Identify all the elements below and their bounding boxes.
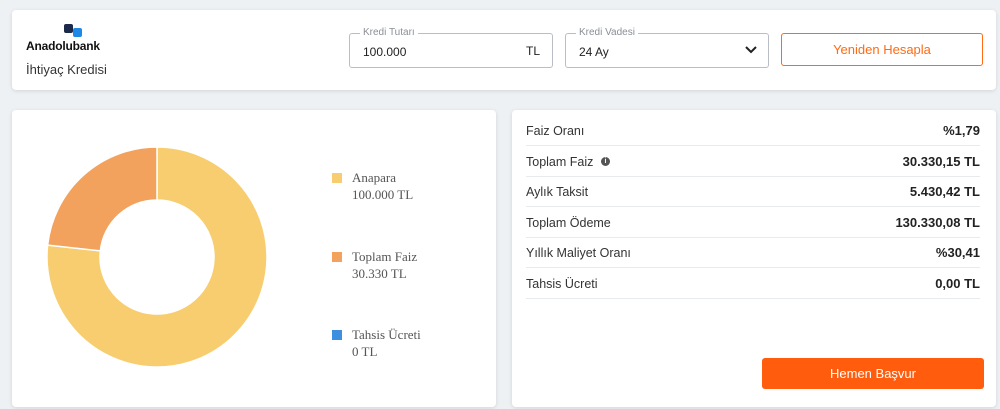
result-value: 5.430,42 TL: [909, 184, 980, 199]
result-value: %1,79: [943, 123, 980, 138]
legend-swatch: [332, 330, 342, 340]
legend-label: Anapara: [352, 170, 397, 185]
currency-unit: TL: [525, 44, 540, 58]
result-row: Toplam Faiz i 30.330,15 TL: [526, 146, 980, 177]
results-card: Faiz Oranı %1,79 Toplam Faiz i 30.330,15 TL A…: [512, 110, 996, 407]
legend-label: Tahsis Ücreti: [352, 327, 421, 342]
result-label: Toplam Faiz: [526, 154, 594, 169]
legend-value: 100.000 TL: [352, 187, 414, 202]
loan-term-select[interactable]: Kredi Vadesi 24 Ay: [565, 27, 769, 68]
product-title: İhtiyaç Kredisi: [26, 62, 107, 77]
result-row: Toplam Ödeme 130.330,08 TL: [526, 207, 980, 238]
legend-value: 30.330 TL: [352, 266, 407, 281]
result-label: Tahsis Ücreti: [526, 276, 598, 291]
result-label: Aylık Taksit: [526, 185, 589, 199]
anadolubank-logo-icon: [64, 24, 86, 38]
calculator-header: Anadolubank İhtiyaç Kredisi Kredi Tutarı…: [12, 10, 996, 90]
result-label: Yıllık Maliyet Oranı: [526, 246, 631, 260]
legend-label: Toplam Faiz: [352, 249, 418, 264]
result-value: 130.330,08 TL: [895, 214, 980, 230]
loan-amount-label: Kredi Tutarı: [360, 27, 418, 39]
loan-amount-input[interactable]: Kredi Tutarı 100.000 TL: [349, 27, 553, 68]
recalculate-button[interactable]: Yeniden Hesapla: [781, 33, 983, 66]
result-row: Tahsis Ücreti 0,00 TL: [526, 268, 980, 299]
brand-name: Anadolubank: [26, 39, 100, 53]
breakdown-chart-card: Anapara 100.000 TL Toplam Faiz 30.330 TL Tah…: [12, 110, 496, 407]
result-row: Faiz Oranı %1,79: [526, 115, 980, 146]
loan-amount-value[interactable]: 100.000: [363, 45, 406, 59]
result-label: Faiz Oranı: [526, 124, 585, 138]
legend-swatch: [332, 173, 342, 183]
result-value: 30.330,15 TL: [902, 153, 980, 169]
result-row: Aylık Taksit 5.430,42 TL: [526, 176, 980, 207]
result-row: Yıllık Maliyet Oranı %30,41: [526, 237, 980, 268]
result-value: 0,00 TL: [935, 275, 980, 291]
info-icon[interactable]: i: [601, 156, 610, 166]
loan-breakdown-donut: [46, 146, 268, 368]
loan-term-label: Kredi Vadesi: [576, 27, 638, 39]
donut-slice-toplam-faiz: [46, 146, 158, 252]
legend-value: 0 TL: [352, 344, 378, 359]
result-value: %30,41: [935, 245, 980, 260]
chevron-down-icon[interactable]: [744, 45, 758, 55]
result-label: Toplam Ödeme: [526, 215, 611, 230]
loan-term-value[interactable]: 24 Ay: [579, 45, 609, 59]
apply-now-button[interactable]: Hemen Başvur: [762, 358, 984, 389]
legend-swatch: [332, 252, 342, 262]
